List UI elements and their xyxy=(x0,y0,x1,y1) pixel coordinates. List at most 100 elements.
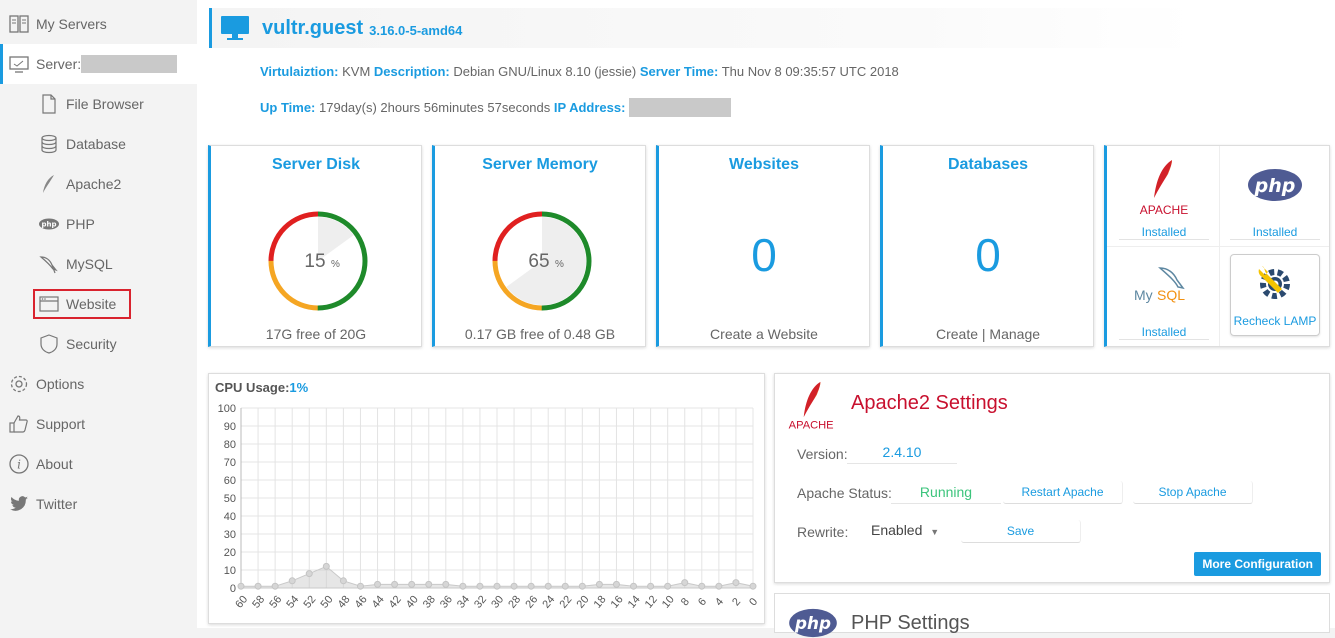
x-tick-label: 44 xyxy=(370,594,387,611)
server-disk-card: Server Disk 15 % 17G free of 20G xyxy=(208,145,422,347)
y-tick-label: 40 xyxy=(224,511,236,523)
x-tick-label: 40 xyxy=(404,594,421,611)
description-label: Description: xyxy=(373,64,450,79)
x-tick-label: 24 xyxy=(540,594,557,611)
kernel-version: 3.16.0-5-amd64 xyxy=(369,22,463,38)
x-tick-label: 8 xyxy=(679,596,692,608)
disk-free-text: 17G free of 20G xyxy=(265,326,367,342)
cpu-data-point xyxy=(442,580,450,588)
cpu-data-point xyxy=(749,582,757,590)
sidebar-item-about[interactable]: i About xyxy=(0,444,197,484)
server-info-line-1: Virtulaiztion: KVM Description: Debian G… xyxy=(260,64,899,79)
manage-database-link[interactable]: Manage xyxy=(989,326,1040,342)
cpu-data-point xyxy=(493,582,501,590)
sidebar: My Servers Server: File Browser Database… xyxy=(0,0,197,628)
sidebar-item-label: Server: xyxy=(36,56,82,72)
sidebar-item-security[interactable]: Security xyxy=(0,324,197,364)
apache-logo-icon: APACHE xyxy=(1140,160,1188,217)
sidebar-item-options[interactable]: Options xyxy=(0,364,197,404)
x-tick-label: 54 xyxy=(284,594,301,611)
sidebar-item-support[interactable]: Support xyxy=(0,404,197,444)
php-logo-text: php xyxy=(1254,175,1296,197)
uptime-label: Up Time: xyxy=(260,100,316,115)
sidebar-item-label: Apache2 xyxy=(66,176,122,192)
php-settings-panel: php PHP Settings xyxy=(774,593,1330,638)
cpu-data-point xyxy=(374,580,382,588)
separator: | xyxy=(978,326,990,342)
virtualization-value: KVM xyxy=(342,64,371,79)
sidebar-item-label: Security xyxy=(66,336,117,352)
x-tick-label: 46 xyxy=(353,594,370,611)
websites-card: Websites 0 Create a Website xyxy=(656,145,870,347)
x-tick-label: 22 xyxy=(557,594,574,611)
sidebar-item-file-browser[interactable]: File Browser xyxy=(0,84,197,124)
gauge-percent: 65 xyxy=(528,251,549,272)
x-tick-label: 26 xyxy=(523,594,540,611)
gauge-unit: % xyxy=(555,259,564,270)
x-tick-label: 50 xyxy=(319,594,336,611)
x-tick-label: 20 xyxy=(575,594,592,611)
cpu-data-point xyxy=(288,577,296,585)
php-settings-title: PHP Settings xyxy=(851,612,970,634)
cpu-data-point xyxy=(322,562,330,570)
rewrite-select[interactable]: Enabled ▼ xyxy=(871,522,941,544)
x-tick-label: 14 xyxy=(626,594,643,611)
cpu-data-point xyxy=(578,582,586,590)
sidebar-item-server[interactable]: Server: xyxy=(0,44,197,84)
mysql-logo-icon: My SQL xyxy=(1134,267,1185,303)
php-logo-text: php xyxy=(794,613,831,633)
x-tick-label: 4 xyxy=(713,596,726,608)
rewrite-selected-value: Enabled xyxy=(871,522,923,538)
php-installed-status: Installed xyxy=(1230,225,1320,240)
stop-apache-button[interactable]: Stop Apache xyxy=(1133,481,1253,504)
cpu-data-point xyxy=(681,579,689,587)
sidebar-item-database[interactable]: Database xyxy=(0,124,197,164)
cpu-data-point xyxy=(698,582,706,590)
apache-status-cell: APACHE Installed xyxy=(1109,146,1219,246)
cpu-usage-card: CPU Usage:1% 0 10 20 30 40 50 60 70 80 90 100 60 58 5… xyxy=(208,373,765,624)
sidebar-item-label: Twitter xyxy=(36,496,78,512)
create-website-link[interactable]: Create a Website xyxy=(659,326,869,342)
more-configuration-button[interactable]: More Configuration xyxy=(1194,552,1321,576)
sidebar-item-apache2[interactable]: Apache2 xyxy=(0,164,197,204)
disk-gauge: 15 % xyxy=(268,211,368,311)
create-database-link[interactable]: Create xyxy=(936,326,978,342)
x-tick-label: 42 xyxy=(387,594,404,611)
cpu-data-point xyxy=(510,582,518,590)
cpu-data-point xyxy=(647,582,655,590)
y-tick-label: 100 xyxy=(218,403,236,415)
cpu-data-point xyxy=(527,582,535,590)
cpu-data-point xyxy=(561,582,569,590)
y-tick-label: 10 xyxy=(224,565,236,577)
gear-icon xyxy=(10,375,28,393)
databases-card: Databases 0 Create | Manage xyxy=(880,145,1094,347)
cpu-data-point xyxy=(476,582,484,590)
x-tick-label: 28 xyxy=(506,594,523,611)
version-label: Version: xyxy=(797,446,848,462)
virtualization-label: Virtulaiztion: xyxy=(260,64,339,79)
x-tick-label: 36 xyxy=(438,594,455,611)
cpu-data-point xyxy=(630,582,638,590)
cpu-data-point xyxy=(408,580,416,588)
recheck-lamp-button[interactable]: Recheck LAMP xyxy=(1220,246,1330,346)
server-memory-card: Server Memory 65 % 0.17 GB free of 0.48 … xyxy=(432,145,646,347)
cpu-data-point xyxy=(339,577,347,585)
server-info-line-2: Up Time: 179day(s) 2hours 56minutes 57se… xyxy=(260,97,732,117)
x-tick-label: 32 xyxy=(472,594,489,611)
sidebar-item-mysql[interactable]: MySQL xyxy=(0,244,197,284)
restart-apache-button[interactable]: Restart Apache xyxy=(1003,481,1123,504)
x-tick-label: 0 xyxy=(747,596,760,608)
info-icon: i xyxy=(9,454,29,474)
sidebar-item-php[interactable]: php PHP xyxy=(0,204,197,244)
cpu-data-point xyxy=(595,580,603,588)
cpu-usage-chart: 010203040506070809010060 58 56 54 52 50 48 46 44… xyxy=(218,403,761,611)
y-tick-label: 30 xyxy=(224,529,236,541)
sidebar-item-twitter[interactable]: Twitter xyxy=(0,484,197,524)
sidebar-item-my-servers[interactable]: My Servers xyxy=(0,4,197,44)
card-title: Websites xyxy=(729,156,799,173)
databases-actions: Create | Manage xyxy=(883,326,1093,342)
version-value: 2.4.10 xyxy=(847,444,957,464)
php-icon: php xyxy=(39,218,59,230)
save-button[interactable]: Save xyxy=(961,520,1081,543)
y-tick-label: 90 xyxy=(224,421,236,433)
